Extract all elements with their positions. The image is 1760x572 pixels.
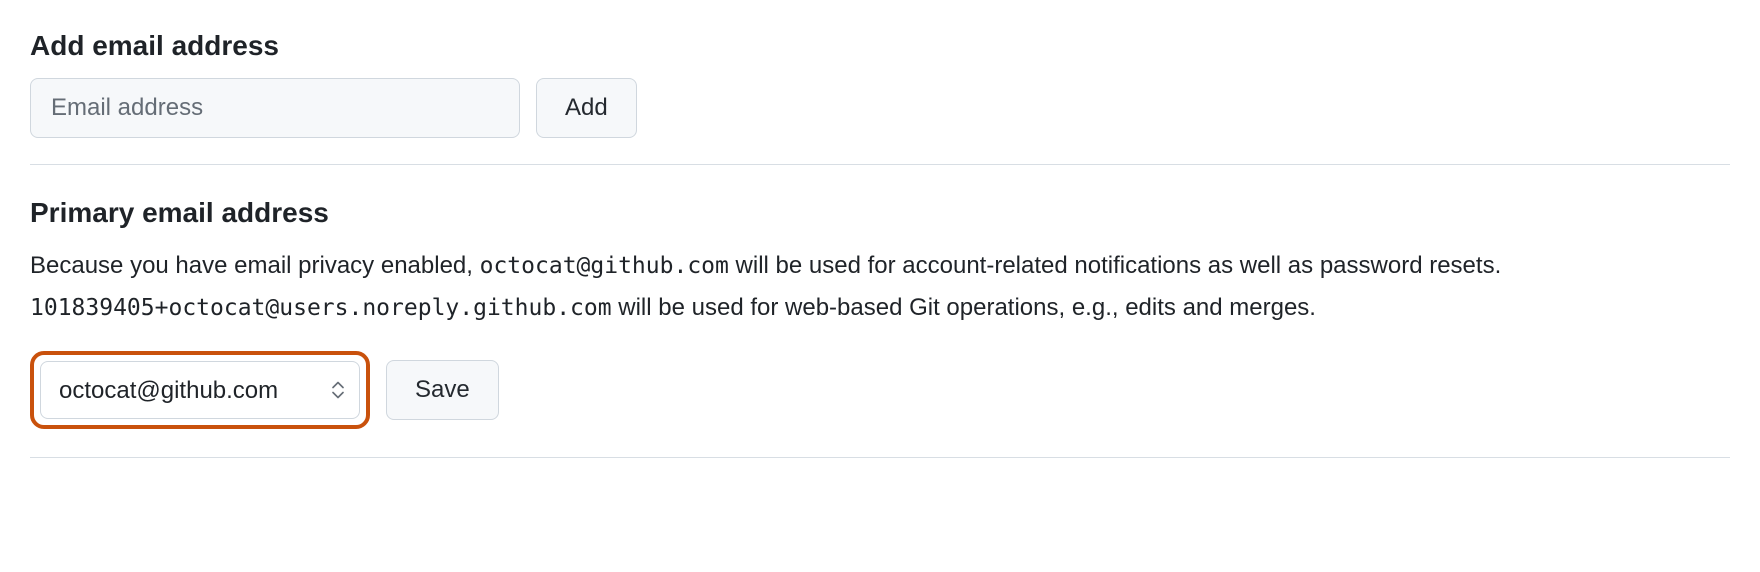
add-email-heading: Add email address — [30, 30, 1730, 62]
primary-email-description: Because you have email privacy enabled, … — [30, 245, 1730, 329]
primary-email-code: octocat@github.com — [480, 253, 729, 279]
select-wrap: octocat@github.com — [40, 361, 360, 419]
desc-part3: will be used for web-based Git operation… — [612, 294, 1316, 321]
primary-email-row: octocat@github.com Save — [30, 351, 1730, 429]
add-button[interactable]: Add — [536, 78, 637, 138]
primary-email-heading: Primary email address — [30, 197, 1730, 229]
select-highlight-frame: octocat@github.com — [30, 351, 370, 429]
noreply-email-code: 101839405+octocat@users.noreply.github.c… — [30, 295, 612, 321]
save-button[interactable]: Save — [386, 360, 499, 420]
add-email-row: Add — [30, 78, 1730, 138]
primary-email-select[interactable]: octocat@github.com — [40, 361, 360, 419]
section-divider — [30, 164, 1730, 165]
desc-part2: will be used for account-related notific… — [729, 252, 1501, 279]
email-address-input[interactable] — [30, 78, 520, 138]
primary-email-section: Primary email address Because you have e… — [30, 197, 1730, 429]
section-divider-bottom — [30, 457, 1730, 458]
add-email-section: Add email address Add — [30, 30, 1730, 138]
desc-part1: Because you have email privacy enabled, — [30, 252, 480, 279]
